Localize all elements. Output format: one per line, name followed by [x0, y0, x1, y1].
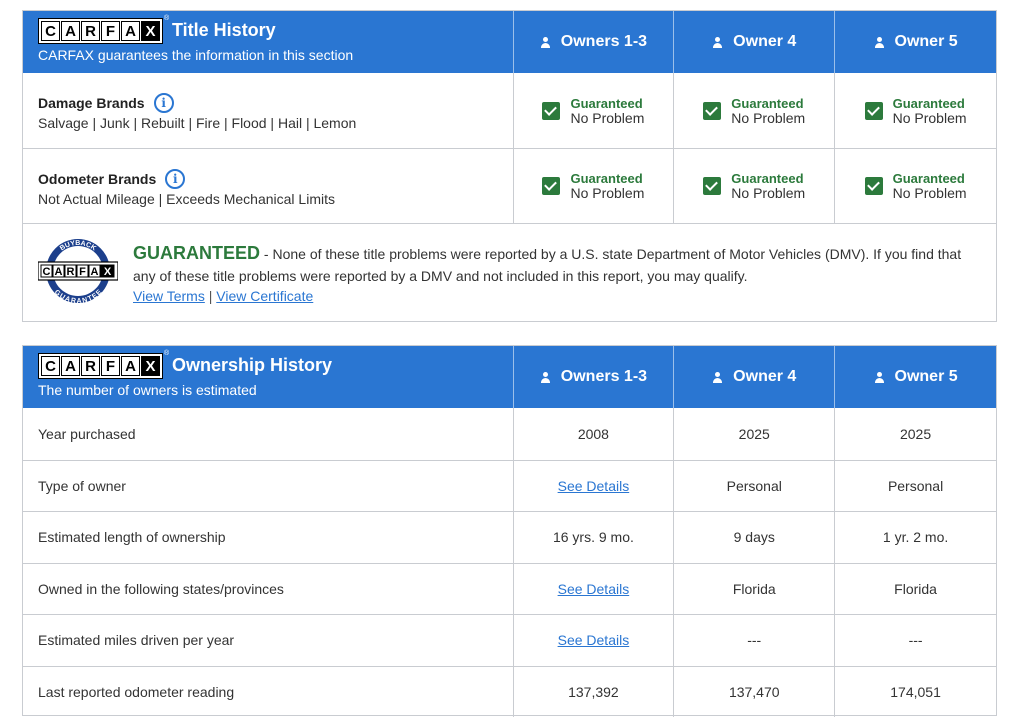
table-cell: ---: [674, 615, 836, 666]
guarantee-headline: GUARANTEED: [133, 243, 261, 263]
table-row: Estimated miles driven per year See Deta…: [23, 614, 996, 666]
guarantee-panel: BUYBACK GUARANTEE C A R F A X GUARANTEED…: [23, 223, 996, 323]
row-label: Estimated miles driven per year: [23, 615, 514, 666]
table-cell: 16 yrs. 9 mo.: [514, 512, 675, 563]
table-row: Year purchased 2008 2025 2025: [23, 408, 996, 460]
table-row: Last reported odometer reading 137,392 1…: [23, 665, 996, 717]
table-cell: 9 days: [674, 512, 836, 563]
table-cell: 137,470: [674, 666, 836, 717]
column-header-owner-4: Owner 4: [674, 346, 836, 408]
svg-text:R: R: [67, 266, 75, 278]
row-label: Last reported odometer reading: [23, 666, 514, 717]
row-label: Year purchased: [23, 408, 514, 460]
see-details-link[interactable]: See Details: [558, 632, 630, 648]
view-certificate-link[interactable]: View Certificate: [216, 288, 313, 304]
table-cell: 137,392: [514, 666, 675, 717]
guaranteed-status: Guaranteed No Problem: [703, 96, 805, 126]
section-title: Title History: [172, 20, 276, 40]
row-label: Type of owner: [23, 460, 514, 511]
guaranteed-status: Guaranteed No Problem: [542, 96, 644, 126]
table-cell: ---: [908, 632, 923, 649]
odometer-brands-description: Not Actual Mileage | Exceeds Mechanical …: [38, 191, 335, 207]
row-label: Owned in the following states/provinces: [23, 563, 514, 614]
checkbox-checked-icon: [542, 101, 561, 120]
damage-brands-row: Damage Brands i Salvage | Junk | Rebuilt …: [23, 73, 996, 148]
table-cell: 2008: [514, 408, 675, 460]
person-icon: [874, 36, 885, 48]
svg-text:A: A: [91, 266, 99, 278]
damage-brands-description: Salvage | Junk | Rebuilt | Fire | Flood …: [38, 115, 357, 131]
person-icon: [540, 36, 551, 48]
column-header-owners-1-3: Owners 1-3: [514, 11, 675, 73]
person-icon: [712, 36, 723, 48]
checkbox-checked-icon: [703, 101, 722, 120]
carfax-logo: C A R F A X ®: [38, 350, 169, 379]
person-icon: [712, 371, 723, 383]
table-cell: 2025: [899, 425, 932, 442]
svg-text:X: X: [104, 266, 112, 278]
title-history-header: C A R F A X ® Title History CARFAX guara…: [23, 11, 996, 73]
svg-text:A: A: [55, 266, 63, 278]
buyback-guarantee-seal-icon: BUYBACK GUARANTEE C A R F A X: [38, 239, 118, 304]
guarantee-text: GUARANTEED - None of these title problem…: [133, 243, 962, 284]
table-row: Type of owner See Details Personal Perso…: [23, 459, 996, 511]
person-icon: [874, 371, 885, 383]
table-row: Estimated length of ownership 16 yrs. 9 …: [23, 511, 996, 563]
column-header-owner-5: Owner 5: [835, 11, 996, 73]
checkbox-checked-icon: [542, 177, 561, 195]
svg-text:C: C: [43, 266, 51, 278]
column-header-owner-5: Owner 5: [835, 346, 996, 408]
checkbox-checked-icon: [703, 177, 722, 195]
column-header-owner-4: Owner 4: [674, 11, 836, 73]
odometer-brands-row: Odometer Brands i Not Actual Mileage | Ex…: [23, 148, 996, 223]
damage-brands-label: Damage Brands: [38, 95, 145, 111]
table-cell: Personal: [887, 477, 944, 494]
view-terms-link[interactable]: View Terms: [133, 288, 205, 304]
table-cell: Personal: [674, 460, 836, 511]
section-title: Ownership History: [172, 355, 333, 375]
table-cell: Florida: [894, 580, 937, 597]
table-row: Owned in the following states/provinces …: [23, 562, 996, 614]
guaranteed-status: Guaranteed No Problem: [864, 96, 967, 126]
guaranteed-status: Guaranteed No Problem: [703, 171, 805, 201]
guaranteed-status: Guaranteed No Problem: [542, 171, 644, 201]
section-subtitle: The number of owners is estimated: [38, 382, 257, 398]
section-subtitle: CARFAX guarantees the information in thi…: [38, 47, 354, 63]
person-icon: [540, 371, 551, 383]
info-icon[interactable]: i: [165, 169, 186, 189]
row-label: Estimated length of ownership: [23, 512, 514, 563]
table-cell: 1 yr. 2 mo.: [882, 529, 949, 546]
table-cell: 174,051: [890, 683, 941, 700]
carfax-logo: C A R F A X ®: [38, 15, 169, 44]
checkbox-checked-icon: [864, 101, 883, 120]
guaranteed-status: Guaranteed No Problem: [864, 171, 967, 201]
see-details-link[interactable]: See Details: [558, 478, 630, 494]
see-details-link[interactable]: See Details: [558, 581, 630, 597]
odometer-brands-label: Odometer Brands: [38, 171, 157, 187]
column-header-owners-1-3: Owners 1-3: [514, 346, 675, 408]
table-cell: Florida: [674, 563, 836, 614]
table-cell: 2025: [674, 408, 836, 460]
title-history-section: C A R F A X ® Title History CARFAX guara…: [22, 10, 997, 322]
info-icon[interactable]: i: [153, 93, 174, 113]
ownership-history-header: C A R F A X ® Ownership History The numb…: [23, 346, 996, 408]
guarantee-links: View Terms | View Certificate: [133, 288, 314, 304]
svg-text:F: F: [79, 266, 86, 278]
ownership-history-section: C A R F A X ® Ownership History The numb…: [22, 345, 997, 717]
checkbox-checked-icon: [864, 177, 883, 195]
